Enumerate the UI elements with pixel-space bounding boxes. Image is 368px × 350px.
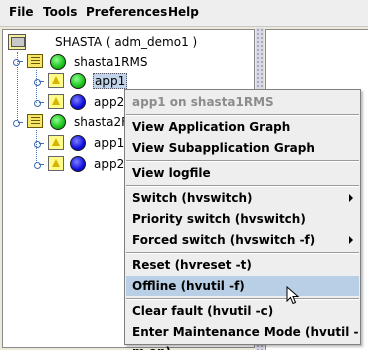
menu-separator xyxy=(126,185,359,187)
tree-app-app1-shasta2[interactable]: app1 xyxy=(94,136,124,150)
app-state-icon xyxy=(70,135,86,151)
menu-item-priority-switch[interactable]: Priority switch (hvswitch) xyxy=(126,209,359,229)
menu-tools[interactable]: Tools xyxy=(43,5,77,19)
menu-item-view-logfile[interactable]: View logfile xyxy=(126,163,359,183)
menu-separator xyxy=(126,252,359,254)
tree-app-app1-shasta1[interactable]: app1 xyxy=(93,73,128,89)
system-icon xyxy=(27,54,43,68)
menu-help[interactable]: Help xyxy=(168,5,199,19)
menu-item-enter-maintenance-mode[interactable]: Enter Maintenance Mode (hvutil -m on) xyxy=(126,322,359,350)
system-state-icon xyxy=(50,114,66,130)
tree-expand-handle-icon[interactable] xyxy=(34,98,44,107)
tree-expand-handle-icon[interactable] xyxy=(34,77,44,86)
menu-item-clear-fault[interactable]: Clear fault (hvutil -c) xyxy=(126,301,359,321)
menu-bar: File Tools Preferences Help xyxy=(0,0,368,27)
tree-expand-handle-icon[interactable] xyxy=(34,139,44,148)
tree-expand-handle-icon[interactable] xyxy=(34,160,44,169)
mouse-pointer-icon xyxy=(286,286,300,305)
tree-app-app2-shasta2[interactable]: app2 xyxy=(94,157,124,171)
context-menu-header: app1 on shasta1RMS xyxy=(132,95,274,109)
menu-item-view-application-graph[interactable]: View Application Graph xyxy=(126,117,359,137)
tree-root-label[interactable]: SHASTA ( adm_demo1 ) xyxy=(55,35,197,49)
menu-item-label: Switch (hvswitch) xyxy=(132,191,253,205)
menu-item-view-subapplication-graph[interactable]: View Subapplication Graph xyxy=(126,138,359,158)
tree-app-app2-shasta1[interactable]: app2 xyxy=(94,95,124,109)
app-state-icon xyxy=(70,156,86,172)
menu-item-label: Forced switch (hvswitch -f) xyxy=(132,233,316,247)
menu-preferences[interactable]: Preferences xyxy=(86,5,167,19)
submenu-arrow-icon xyxy=(349,236,353,244)
warning-icon xyxy=(48,156,64,171)
menu-item-offline[interactable]: Offline (hvutil -f) xyxy=(126,276,359,296)
menu-item-reset[interactable]: Reset (hvreset -t) xyxy=(126,255,359,275)
warning-icon xyxy=(48,135,64,150)
menu-item-forced-switch[interactable]: Forced switch (hvswitch -f) xyxy=(126,230,359,250)
warning-icon xyxy=(48,94,64,109)
warning-icon xyxy=(48,73,64,88)
submenu-arrow-icon xyxy=(349,194,353,202)
app-state-icon xyxy=(70,94,86,110)
menu-item-switch[interactable]: Switch (hvswitch) xyxy=(126,188,359,208)
menu-separator xyxy=(126,114,359,116)
cluster-icon xyxy=(8,34,26,50)
context-menu: app1 on shasta1RMS View Application Grap… xyxy=(124,89,361,350)
menu-separator xyxy=(126,160,359,162)
menu-file[interactable]: File xyxy=(9,5,34,19)
tree-expand-handle-icon[interactable] xyxy=(13,118,23,127)
system-icon xyxy=(27,114,43,128)
menu-separator xyxy=(126,298,359,300)
app-state-icon xyxy=(70,73,86,89)
system-state-icon xyxy=(50,54,66,70)
tree-expand-handle-icon[interactable] xyxy=(13,57,23,66)
tree-system-shasta1RMS[interactable]: shasta1RMS xyxy=(74,55,147,69)
tree-system-shasta2RMS[interactable]: shasta2F xyxy=(74,115,128,129)
